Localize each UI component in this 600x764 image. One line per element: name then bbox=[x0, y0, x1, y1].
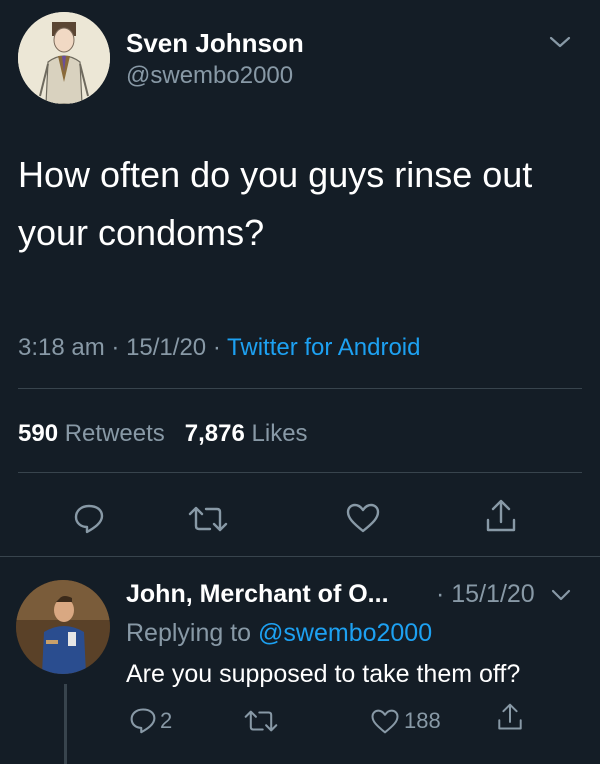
share-icon[interactable] bbox=[496, 702, 524, 732]
divider bbox=[18, 472, 582, 473]
reply-date-text: 15/1/20 bbox=[451, 580, 535, 608]
like-count: 188 bbox=[404, 708, 441, 733]
tweet-text-line-2: your condoms? bbox=[18, 212, 265, 253]
tweet-source[interactable]: Twitter for Android bbox=[227, 334, 420, 361]
tweet-time[interactable]: 3:18 am bbox=[18, 334, 105, 361]
likes-stat[interactable]: 7,876 Likes bbox=[185, 420, 308, 447]
likes-label: Likes bbox=[251, 420, 308, 447]
chevron-down-icon[interactable] bbox=[550, 588, 572, 602]
reply-date[interactable]: · 15/1/20 bbox=[436, 580, 535, 609]
thread-line bbox=[64, 684, 67, 764]
likes-count: 7,876 bbox=[184, 420, 245, 447]
reply-author-avatar[interactable] bbox=[16, 580, 110, 674]
tweet-date[interactable]: 15/1/20 bbox=[126, 334, 206, 361]
chevron-down-icon[interactable] bbox=[548, 34, 572, 50]
reply-text: Are you supposed to take them off? bbox=[126, 660, 521, 688]
author-name[interactable]: Sven Johnson bbox=[126, 28, 304, 59]
replying-to-label: Replying to bbox=[126, 619, 252, 647]
reply-icon[interactable] bbox=[128, 706, 158, 734]
reply-author-name[interactable]: John, Merchant of O... bbox=[126, 580, 389, 609]
divider bbox=[0, 556, 600, 557]
meta-separator: · bbox=[212, 334, 228, 361]
retweet-icon[interactable] bbox=[188, 504, 228, 534]
tweet-meta: 3:18 am · 15/1/20 · Twitter for Android bbox=[18, 334, 420, 362]
retweets-count: 590 bbox=[18, 420, 59, 447]
replying-to-handle[interactable]: @swembo2000 bbox=[258, 619, 432, 647]
meta-separator: · bbox=[436, 580, 452, 608]
retweets-stat[interactable]: 590 Retweets bbox=[18, 420, 165, 447]
author-handle[interactable]: @swembo2000 bbox=[126, 62, 293, 90]
meta-separator: · bbox=[111, 334, 127, 361]
reply-count: 2 bbox=[160, 708, 173, 733]
retweet-icon[interactable] bbox=[244, 708, 278, 734]
retweets-label: Retweets bbox=[64, 420, 165, 447]
tweet-text-line-1: How often do you guys rinse out bbox=[18, 154, 533, 195]
reply-icon[interactable] bbox=[72, 502, 106, 534]
replying-to: Replying to @swembo2000 bbox=[126, 619, 432, 648]
tweet-stats: 590 Retweets 7,876 Likes bbox=[18, 420, 308, 448]
divider bbox=[18, 388, 582, 389]
like-icon[interactable] bbox=[370, 708, 400, 735]
author-avatar[interactable] bbox=[18, 12, 110, 104]
share-icon[interactable] bbox=[484, 498, 518, 534]
like-icon[interactable] bbox=[345, 502, 381, 534]
